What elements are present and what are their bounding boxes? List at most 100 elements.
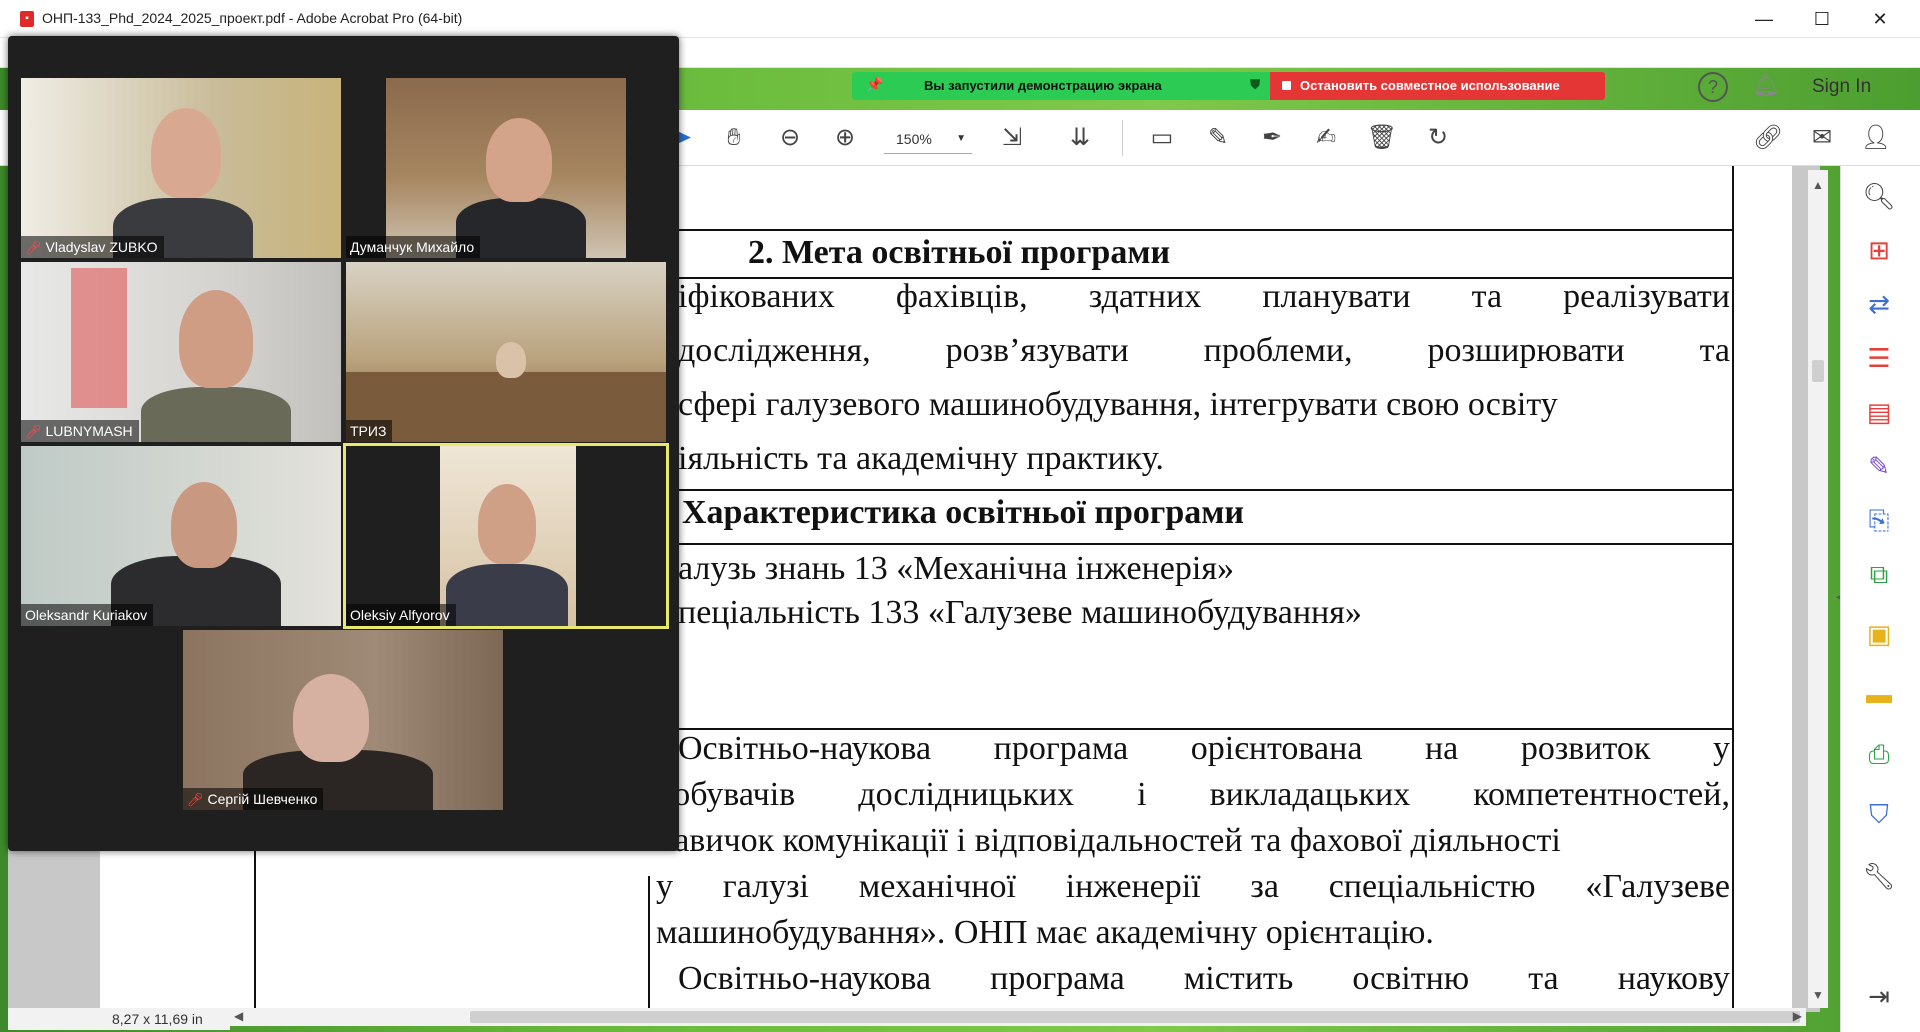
document-line: у галузі механічної інженерії за спеціальніст… (656, 868, 1730, 906)
help-icon[interactable]: ? (1698, 72, 1728, 102)
horizontal-scroll-thumb[interactable] (470, 1011, 1800, 1023)
document-word: містить (1183, 960, 1294, 997)
document-word: фахівців, (895, 278, 1028, 315)
compress-icon[interactable]: ⧉ (1861, 556, 1897, 592)
participant-tile[interactable]: 🎤︎ Сергій Шевченко (183, 630, 503, 810)
vertical-scrollbar[interactable]: ▲ ▼ (1808, 170, 1828, 1008)
shield-icon: ⛊ (1250, 77, 1260, 92)
search-icon[interactable]: 🔍︎ (1861, 178, 1897, 214)
document-word: та (1528, 960, 1559, 997)
document-line: навичок комунікації і відповідальностей … (656, 822, 1561, 860)
sign-icon[interactable]: ✒ (1256, 122, 1288, 154)
participant-video (293, 674, 369, 762)
link-icon[interactable]: 🔗︎ (1752, 122, 1784, 154)
scroll-down-icon[interactable]: ▼ (1810, 988, 1826, 1002)
document-line: добувачів дослідницьких і викладацьких компе… (656, 776, 1730, 814)
page-fit-icon[interactable]: ⇲ (996, 122, 1028, 154)
comment-panel-icon[interactable]: ▣ (1861, 616, 1897, 652)
document-word: та (1699, 332, 1730, 369)
highlight-pen-icon[interactable]: ✎ (1202, 122, 1234, 154)
maximize-button[interactable]: ☐ (1794, 4, 1850, 34)
document-word: компетентностей, (1473, 776, 1730, 813)
pin-icon[interactable]: 📌 (866, 76, 883, 93)
participant-tile[interactable]: 🎤︎ Vladyslav ZUBKO (21, 78, 341, 258)
scroll-right-icon[interactable]: ▶ (1793, 1009, 1802, 1023)
table-border-inner-left (254, 846, 256, 1012)
comment-bubble-icon[interactable]: ▬ (1861, 676, 1897, 712)
document-word: програма (993, 730, 1129, 767)
hand-tool-icon[interactable]: ✋︎ (718, 122, 750, 154)
horizontal-scrollbar[interactable]: ◀ ▶ (230, 1008, 1806, 1026)
participant-name-bar: 🎤︎ LUBNYMASH (21, 420, 139, 442)
print-production-icon[interactable]: ⎙ (1861, 736, 1897, 772)
section-heading-characteristics: Характеристика освітньої програми (682, 494, 1245, 531)
muted-mic-icon: 🎤︎ (187, 792, 204, 807)
status-bar: 8,27 x 11,69 in (8, 1008, 230, 1030)
create-pdf-icon[interactable]: ⊞ (1861, 232, 1897, 268)
add-user-icon[interactable]: 👤︎ (1860, 122, 1892, 154)
participant-tile[interactable]: 🎤︎ LUBNYMASH (21, 262, 341, 442)
vertical-scroll-thumb[interactable] (1812, 360, 1824, 382)
document-word: реалізувати (1563, 278, 1730, 315)
sign-in-button[interactable]: Sign In (1812, 76, 1871, 98)
participant-tile[interactable]: ТРИЗ (346, 262, 666, 442)
close-button[interactable]: ✕ (1852, 4, 1908, 34)
email-icon[interactable]: ✉ (1806, 122, 1838, 154)
bell-icon[interactable]: 🔔︎ (1752, 72, 1780, 106)
document-word: сфері галузевого машинобудування, інтегр… (678, 386, 1558, 423)
participant-video (486, 118, 552, 202)
video-call-window[interactable]: 🎤︎ Vladyslav ZUBKO Думанчук Михайло 🎤︎ LUB… (8, 36, 679, 851)
protect-icon[interactable]: ⛉ (1861, 796, 1897, 832)
comment-icon[interactable]: ▭ (1146, 122, 1178, 154)
participant-tile-active[interactable]: Oleksiy Alfyorov (343, 443, 669, 629)
document-word: машинобудування». ОНП має академічну орі… (656, 914, 1434, 951)
request-signature-icon[interactable]: ⎘ (1861, 502, 1897, 538)
document-word: викладацьких (1209, 776, 1411, 813)
participant-name-bar: 🎤︎ Сергій Шевченко (183, 788, 324, 810)
participant-video (478, 484, 536, 564)
document-word: наукову (1617, 960, 1730, 997)
delete-icon[interactable]: 🗑︎ (1366, 122, 1398, 154)
scroll-mode-icon[interactable]: ⇊ (1064, 122, 1096, 154)
document-word: дослідницьких (858, 776, 1075, 813)
document-word: у (656, 868, 673, 905)
chevron-down-icon: ▼ (956, 133, 966, 144)
participant-tile[interactable]: Oleksandr Kuriakov (21, 446, 341, 626)
document-word: і (1137, 776, 1147, 813)
fill-sign-icon[interactable]: ✎ (1861, 448, 1897, 484)
document-word: розширювати (1427, 332, 1625, 369)
participant-tile[interactable]: Думанчук Михайло (346, 78, 666, 258)
conference-table (346, 372, 666, 442)
document-word: за (1250, 868, 1279, 905)
rotate-icon[interactable]: ↻ (1422, 122, 1454, 154)
zoom-in-icon[interactable]: ⊕ (829, 122, 861, 154)
edit-stamp-icon[interactable]: ✍ (1310, 122, 1342, 154)
document-line: машинобудування». ОНП має академічну орі… (656, 914, 1434, 952)
scroll-up-icon[interactable]: ▲ (1810, 178, 1826, 192)
organize-pages-icon[interactable]: ☰ (1861, 340, 1897, 376)
document-line: Освітньо-наукова програма орієнтована на роз… (678, 730, 1730, 768)
table-border-right (1732, 166, 1734, 1012)
tools-wrench-icon[interactable]: 🔧︎ (1861, 858, 1897, 894)
participant-name: Сергій Шевченко (207, 791, 318, 807)
zoom-select[interactable]: 150% ▼ (884, 124, 972, 154)
tools-rail: 🔍︎ ⊞ ⇄ ☰ ▤ ✎ ⎘ ⧉ ▣ ▬ ⎙ ⛉ 🔧︎ ⇥ (1840, 166, 1920, 1032)
document-word: розв’язувати (945, 332, 1129, 369)
scroll-left-icon[interactable]: ◀ (234, 1009, 243, 1023)
page-size: 8,27 x 11,69 in (112, 1011, 203, 1027)
stop-sharing-button[interactable]: Остановить совместное использование (1270, 72, 1605, 100)
screen-share-status-text: Вы запустили демонстрацию экрана (924, 78, 1162, 93)
participant-name: Vladyslav ZUBKO (45, 239, 158, 255)
participant-video (179, 290, 253, 388)
table-border-inner-mid (648, 876, 650, 1012)
field-of-knowledge: алузь знань 13 «Механічна інженерія» (678, 550, 1234, 587)
document-word: розвиток (1520, 730, 1651, 767)
document-word: здатних (1088, 278, 1202, 315)
zoom-out-icon[interactable]: ⊖ (774, 122, 806, 154)
expand-panel-icon[interactable]: ⇥ (1861, 978, 1897, 1014)
edit-pdf-icon[interactable]: ▤ (1861, 394, 1897, 430)
minimize-button[interactable]: — (1736, 4, 1792, 34)
participant-video (151, 108, 221, 198)
document-word: освітню (1352, 960, 1470, 997)
export-pdf-icon[interactable]: ⇄ (1861, 286, 1897, 322)
